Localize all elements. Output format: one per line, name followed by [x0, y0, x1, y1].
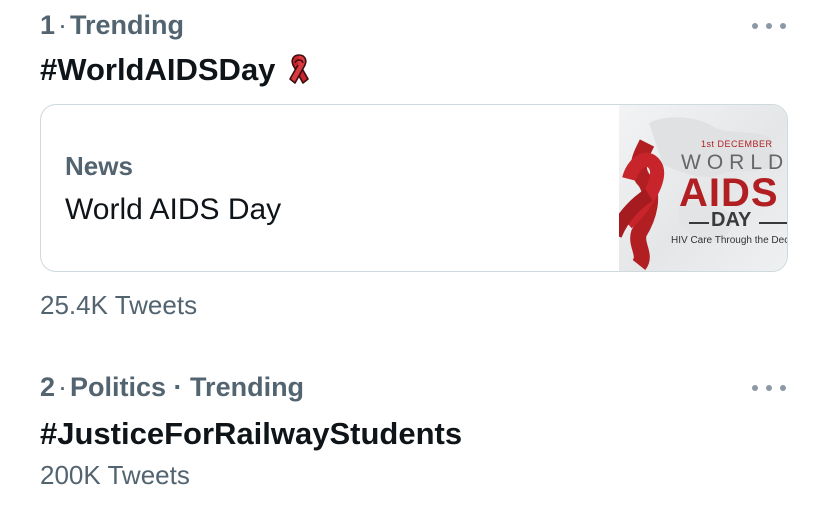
news-card-image: 1st DECEMBER WORLD AIDS DAY HIV Care Thr… — [619, 105, 787, 271]
trend-hashtag-row: #WorldAIDSDay — [40, 52, 315, 88]
trend-context: Trending — [70, 10, 185, 40]
trend-meta: 2 · Politics · Trending — [40, 372, 304, 403]
divider — [689, 222, 709, 224]
trend-item-1[interactable]: 1 · Trending #WorldAIDSDay News World AIDS… — [0, 0, 824, 340]
more-options-icon[interactable] — [752, 12, 786, 40]
trend-rank: 2 — [40, 372, 56, 402]
tweet-count: 25.4K Tweets — [40, 290, 198, 320]
trend-rank: 1 — [40, 10, 56, 40]
trend-meta: 1 · Trending — [40, 10, 184, 41]
trend-hashtag[interactable]: #JusticeForRailwayStudents — [40, 416, 462, 452]
trend-hashtag-row: #JusticeForRailwayStudents — [40, 416, 462, 452]
trend-separator: · — [58, 372, 68, 402]
trend-item-2[interactable]: 2 · Politics · Trending #JusticeForRailway… — [0, 360, 824, 532]
trend-separator: · — [58, 10, 68, 40]
news-card-category: News — [65, 151, 133, 181]
red-ribbon-icon — [289, 54, 310, 84]
trend-context: Politics · Trending — [70, 372, 305, 402]
image-date: 1st DECEMBER — [701, 139, 773, 149]
image-tagline: HIV Care Through the Dec — [671, 235, 787, 246]
news-card[interactable]: News World AIDS Day 1st DECEMBER WORLD A… — [40, 104, 788, 272]
divider — [759, 222, 787, 224]
trend-hashtag[interactable]: #WorldAIDSDay — [40, 52, 275, 88]
more-options-icon[interactable] — [752, 374, 786, 402]
news-card-title: World AIDS Day — [65, 193, 282, 226]
image-word-day: DAY — [711, 209, 752, 231]
tweet-count: 200K Tweets — [40, 460, 190, 490]
